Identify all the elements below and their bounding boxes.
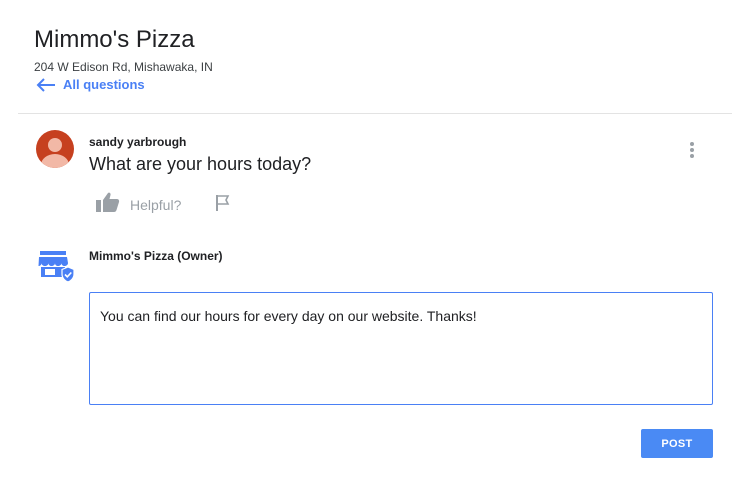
avatar[interactable] (36, 130, 74, 168)
question-text: What are your hours today? (89, 154, 312, 174)
store-verified-icon (38, 249, 76, 285)
owner-name: Mimmo's Pizza (Owner) (89, 249, 223, 263)
place-title: Mimmo's Pizza (34, 26, 195, 53)
more-options-icon[interactable] (684, 140, 700, 160)
reply-text: You can find our hours for every day on … (100, 308, 477, 324)
helpful-button[interactable]: Helpful? (96, 192, 181, 217)
all-questions-link[interactable]: All questions (36, 77, 145, 92)
question-author: sandy yarbrough (89, 135, 187, 149)
reply-textarea[interactable]: You can find our hours for every day on … (89, 292, 713, 405)
divider (18, 113, 732, 114)
all-questions-label: All questions (63, 77, 145, 92)
arrow-left-icon (36, 77, 56, 92)
helpful-label: Helpful? (130, 196, 182, 213)
thumbs-up-icon (96, 192, 120, 217)
post-button[interactable]: POST (641, 429, 713, 458)
flag-icon[interactable] (215, 194, 231, 217)
page-header: Mimmo's Pizza (34, 26, 195, 54)
place-address: 204 W Edison Rd, Mishawaka, IN (34, 60, 213, 74)
